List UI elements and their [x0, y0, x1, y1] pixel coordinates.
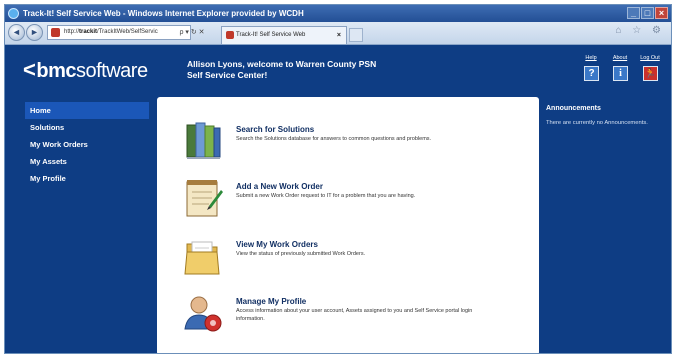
tab-title: Track-It! Self Service Web	[236, 32, 306, 38]
address-path: /TrackItWeb/SelfServic	[97, 29, 158, 35]
add-work-order-item[interactable]: Add a New Work Order Submit a new Work O…	[181, 176, 521, 224]
manage-profile-item[interactable]: Manage My Profile Access information abo…	[181, 291, 521, 339]
folder-icon	[184, 241, 220, 275]
sidebar-item-my-assets[interactable]: My Assets	[25, 153, 149, 170]
sidebar-nav: Home Solutions My Work Orders My Assets …	[25, 102, 149, 187]
sidebar-item-solutions[interactable]: Solutions	[25, 119, 149, 136]
browser-tab[interactable]: Track-It! Self Service Web ×	[221, 26, 347, 44]
welcome-line-2: Self Service Center!	[187, 70, 268, 80]
books-icon	[186, 122, 221, 159]
welcome-message: Allison Lyons, welcome to Warren County …	[187, 59, 437, 81]
add-work-order-description: Submit a new Work Order request to IT fo…	[236, 193, 416, 199]
view-work-orders-description: View the status of previously submitted …	[236, 251, 366, 257]
address-prefix: http://	[64, 29, 80, 35]
about-link[interactable]: About	[608, 55, 632, 61]
address-controls[interactable]: ρ ▾ ↻ ✕	[165, 25, 219, 40]
new-tab-button[interactable]	[349, 28, 363, 42]
view-work-orders-title[interactable]: View My Work Orders	[236, 240, 318, 249]
minimize-button[interactable]: _	[627, 7, 640, 19]
help-link[interactable]: Help	[579, 55, 603, 61]
notepad-icon	[186, 180, 223, 217]
title-bar: Track-It! Self Service Web - Windows Int…	[5, 5, 671, 22]
address-host: trackit	[79, 29, 98, 35]
header-links: Help About Log Out ? i 🏃	[581, 55, 667, 89]
logo-chevron: <	[23, 57, 36, 82]
close-button[interactable]: ×	[655, 7, 668, 19]
back-button[interactable]: ◄	[8, 24, 25, 41]
page-body: <bmcsoftware Allison Lyons, welcome to W…	[5, 45, 671, 353]
tab-close-button[interactable]: ×	[337, 27, 341, 44]
announcements-panel: Announcements There are currently no Ann…	[546, 105, 656, 127]
announcements-heading: Announcements	[546, 105, 601, 112]
welcome-line-1: Allison Lyons, welcome to Warren County …	[187, 59, 377, 69]
tab-favicon-icon	[226, 31, 234, 39]
announcements-body: There are currently no Announcements.	[546, 120, 648, 126]
sidebar-item-home[interactable]: Home	[25, 102, 149, 119]
forward-button[interactable]: ►	[26, 24, 43, 41]
browser-toolbar: ◄ ► http://trackit/TrackItWeb/SelfServic…	[5, 22, 671, 45]
sidebar-item-my-work-orders[interactable]: My Work Orders	[25, 136, 149, 153]
bmc-logo: <bmcsoftware	[23, 57, 148, 83]
favicon-icon	[51, 28, 60, 37]
add-work-order-title[interactable]: Add a New Work Order	[236, 182, 323, 191]
window-controls: _ □ ×	[627, 7, 668, 19]
window-title: Track-It! Self Service Web - Windows Int…	[23, 9, 304, 18]
logout-link[interactable]: Log Out	[638, 55, 662, 61]
browser-tools-icons[interactable]: ⌂ ☆ ⚙	[615, 25, 665, 36]
main-content-panel: Search for Solutions Search the Solution…	[157, 97, 539, 353]
logo-light: software	[75, 60, 148, 82]
browser-window: Track-It! Self Service Web - Windows Int…	[4, 4, 672, 354]
ie-icon	[8, 8, 19, 19]
manage-profile-title[interactable]: Manage My Profile	[236, 297, 306, 306]
logout-icon[interactable]: 🏃	[643, 66, 658, 81]
logo-bold: bmc	[36, 60, 76, 82]
sidebar-item-my-profile[interactable]: My Profile	[25, 170, 149, 187]
help-icon[interactable]: ?	[584, 66, 599, 81]
view-work-orders-item[interactable]: View My Work Orders View the status of p…	[181, 234, 521, 282]
user-profile-icon	[184, 296, 222, 332]
search-solutions-description: Search the Solutions database for answer…	[236, 136, 432, 142]
info-icon[interactable]: i	[613, 66, 628, 81]
search-solutions-item[interactable]: Search for Solutions Search the Solution…	[181, 119, 521, 167]
manage-profile-description: Access information about your user accou…	[236, 308, 473, 322]
search-solutions-title[interactable]: Search for Solutions	[236, 125, 314, 134]
maximize-button[interactable]: □	[641, 7, 654, 19]
